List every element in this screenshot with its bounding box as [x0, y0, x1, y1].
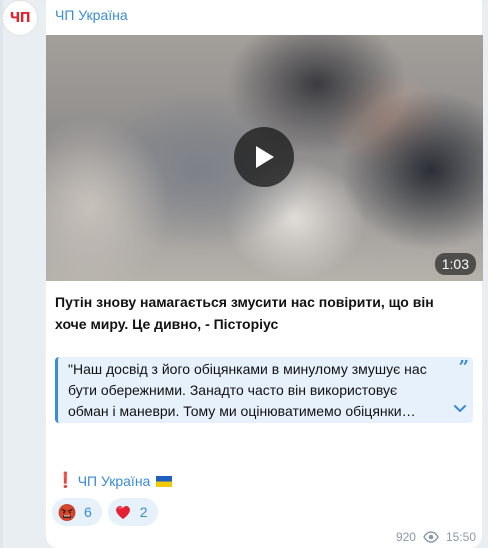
play-button[interactable] [234, 127, 294, 187]
quote-text: "Наш досвід з його обіцянками в минулому… [68, 361, 427, 419]
reaction-count: 2 [139, 504, 148, 520]
expand-chevron-icon[interactable] [453, 401, 467, 419]
channel-avatar[interactable]: ЧП [2, 0, 38, 36]
message-headline: Путін знову намагається змусити нас пові… [55, 294, 434, 332]
view-count: 920 [395, 530, 416, 544]
reaction-count: 6 [84, 504, 92, 520]
channel-name-link[interactable]: ЧП Україна [55, 7, 128, 23]
message-meta: 920 15:50 [396, 530, 476, 544]
avatar-logo-text: ЧП [9, 10, 31, 26]
video-duration: 1:03 [434, 253, 476, 275]
message-time: 15:50 [445, 530, 476, 544]
eye-icon [423, 531, 439, 543]
video-thumbnail[interactable]: 1:03 [46, 35, 483, 281]
chat-background-edge [0, 0, 3, 548]
ukraine-flag-icon [156, 475, 173, 487]
angry-face-icon [58, 504, 76, 521]
reaction-heart[interactable]: 2 [107, 498, 158, 526]
signature-channel-link[interactable]: ЧП Україна [78, 472, 151, 490]
reaction-angry[interactable]: 6 [52, 498, 102, 526]
red-heart-icon [115, 506, 130, 519]
exclamation-icon: ❗ [56, 472, 75, 489]
quote-mark-icon: ” [458, 357, 469, 378]
signature: ❗ ЧП Україна [56, 472, 173, 490]
blockquote[interactable]: "Наш досвід з його обіцянками в минулому… [55, 357, 473, 423]
play-icon [256, 146, 274, 168]
reactions-bar: 6 2 [52, 498, 158, 526]
